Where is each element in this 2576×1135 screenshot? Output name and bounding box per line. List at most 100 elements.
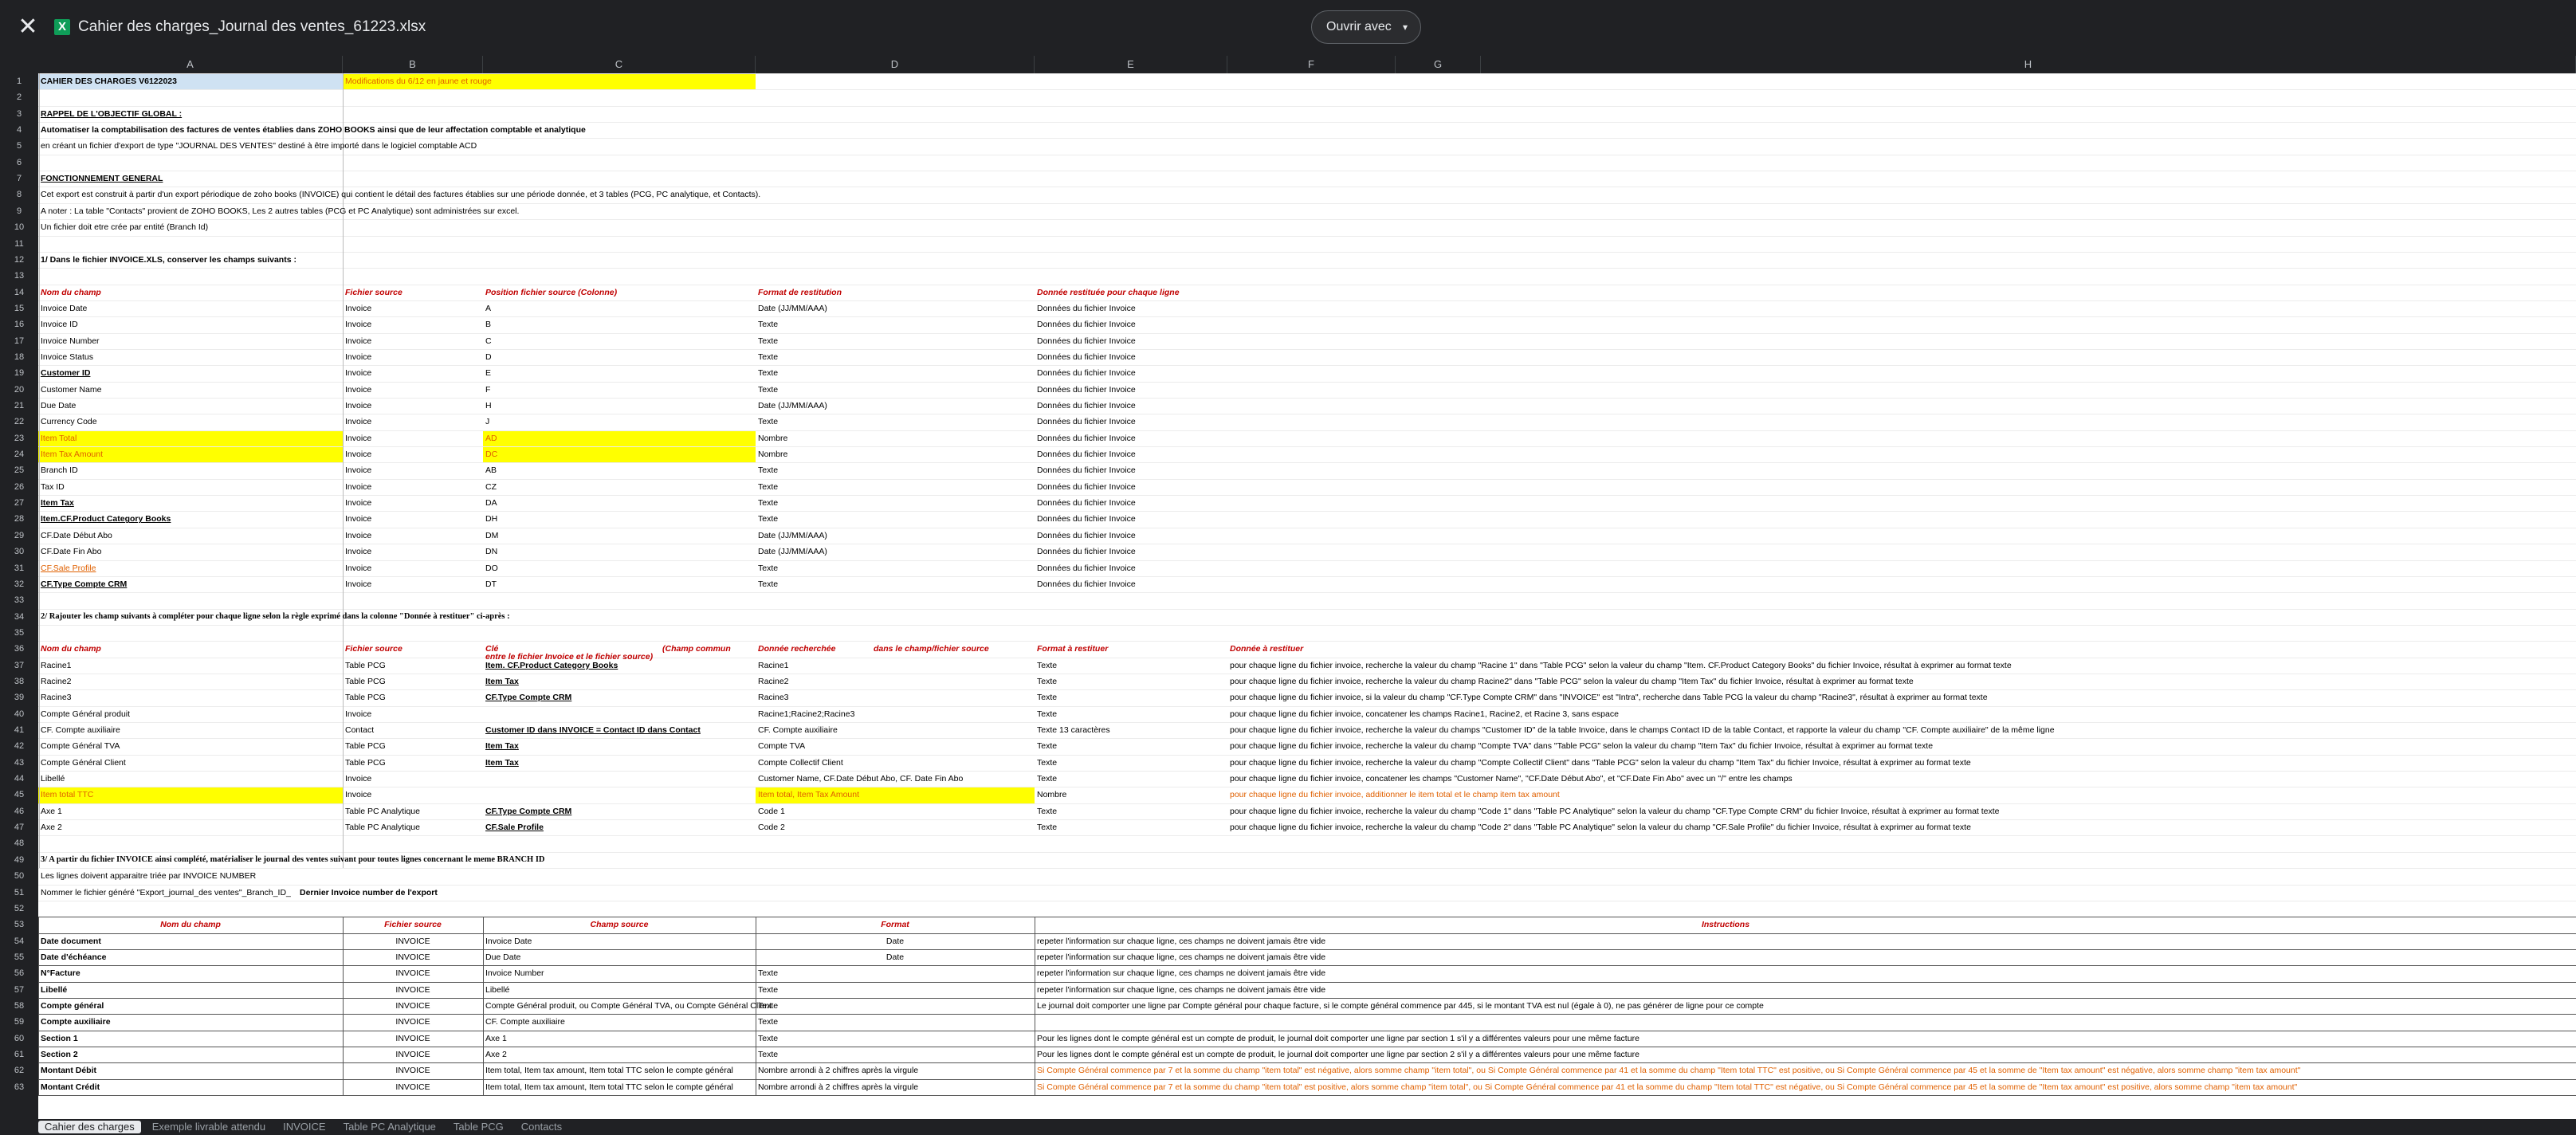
- rule[interactable]: pour chaque ligne du fichier invoice, re…: [1230, 819, 1971, 835]
- row-header[interactable]: 48: [0, 835, 38, 851]
- table-header[interactable]: Nom du champ: [41, 285, 101, 300]
- restitution[interactable]: Données du fichier Invoice: [1037, 398, 1136, 414]
- row-header[interactable]: 29: [0, 528, 38, 544]
- source-file[interactable]: INVOICE: [343, 1079, 483, 1095]
- source-column[interactable]: DM: [485, 528, 498, 544]
- row-header[interactable]: 11: [0, 236, 38, 252]
- row-header[interactable]: 3: [0, 106, 38, 122]
- objective-line[interactable]: Automatiser la comptabilisation des fact…: [41, 122, 586, 138]
- format[interactable]: Date: [756, 949, 1035, 965]
- join-key[interactable]: CF.Sale Profile: [485, 819, 544, 835]
- source-file[interactable]: Invoice: [345, 300, 371, 316]
- row-header[interactable]: 12: [0, 252, 38, 268]
- field-name[interactable]: Racine3: [41, 689, 72, 705]
- modif-note[interactable]: Modifications du 6/12 en jaune et rouge: [345, 73, 492, 89]
- searched-value[interactable]: Racine2: [758, 674, 789, 689]
- field-name[interactable]: Compte Général produit: [41, 706, 130, 722]
- table-header[interactable]: Format à restituer: [1037, 641, 1108, 657]
- format[interactable]: Texte: [1037, 755, 1057, 771]
- source-file[interactable]: INVOICE: [343, 1031, 483, 1047]
- format[interactable]: Date (JJ/MM/AAA): [758, 300, 827, 316]
- table-header[interactable]: (Champ commun: [662, 641, 731, 657]
- rule[interactable]: pour chaque ligne du fichier invoice, re…: [1230, 658, 2012, 674]
- source-column[interactable]: C: [485, 333, 492, 349]
- row-header[interactable]: 1: [0, 73, 38, 89]
- row-header[interactable]: 51: [0, 885, 38, 901]
- row-header[interactable]: 6: [0, 155, 38, 171]
- table-header[interactable]: Position fichier source (Colonne): [485, 285, 617, 300]
- source-file[interactable]: Table PCG: [345, 738, 386, 754]
- source-file[interactable]: Table PCG: [345, 689, 386, 705]
- row-header[interactable]: 55: [0, 949, 38, 965]
- format[interactable]: Texte: [758, 495, 778, 511]
- row-header[interactable]: 15: [0, 300, 38, 316]
- row-header[interactable]: 47: [0, 819, 38, 835]
- source-file[interactable]: Invoice: [345, 365, 371, 381]
- format[interactable]: Texte: [1037, 819, 1057, 835]
- restitution[interactable]: Données du fichier Invoice: [1037, 528, 1136, 544]
- rule[interactable]: pour chaque ligne du fichier invoice, re…: [1230, 738, 1933, 754]
- field-name[interactable]: Compte Général Client: [41, 755, 126, 771]
- row-header[interactable]: 49: [0, 852, 38, 868]
- row-header[interactable]: 42: [0, 738, 38, 754]
- source-file[interactable]: INVOICE: [343, 1062, 483, 1078]
- sheet-tab[interactable]: INVOICE: [277, 1121, 332, 1133]
- format[interactable]: Texte: [758, 462, 778, 478]
- source-field[interactable]: Due Date: [485, 949, 520, 965]
- field-name[interactable]: Item Tax Amount: [41, 446, 103, 462]
- sheet-tab[interactable]: Exemple livrable attendu: [146, 1121, 272, 1133]
- table-header[interactable]: Nom du champ: [38, 917, 343, 933]
- row-header[interactable]: 31: [0, 560, 38, 576]
- format[interactable]: Date (JJ/MM/AAA): [758, 398, 827, 414]
- field-name[interactable]: Racine1: [41, 658, 72, 674]
- source-field[interactable]: Item total, Item tax amount, Item total …: [485, 1079, 733, 1095]
- format[interactable]: Nombre arrondi à 2 chiffres après la vir…: [758, 1062, 918, 1078]
- source-column[interactable]: DH: [485, 511, 497, 527]
- source-file[interactable]: Invoice: [345, 462, 371, 478]
- row-header[interactable]: 17: [0, 333, 38, 349]
- source-file[interactable]: Invoice: [345, 316, 371, 332]
- table-header[interactable]: Donnée recherchée: [758, 641, 835, 657]
- format[interactable]: Texte: [758, 1031, 778, 1047]
- table-header[interactable]: Format de restitution: [758, 285, 842, 300]
- source-file[interactable]: Invoice: [345, 495, 371, 511]
- text-line[interactable]: Les lignes doivent apparaitre triée par …: [41, 868, 256, 884]
- format[interactable]: Texte 13 caractères: [1037, 722, 1110, 738]
- row-header[interactable]: 53: [0, 917, 38, 933]
- source-file[interactable]: Invoice: [345, 787, 371, 803]
- row-header[interactable]: 37: [0, 658, 38, 674]
- source-file[interactable]: INVOICE: [343, 933, 483, 949]
- sheet-tab[interactable]: Contacts: [515, 1121, 568, 1133]
- rule[interactable]: pour chaque ligne du fichier invoice, si…: [1230, 689, 1988, 705]
- row-header[interactable]: 36: [0, 641, 38, 657]
- row-header[interactable]: 18: [0, 349, 38, 365]
- field-name[interactable]: CF.Type Compte CRM: [41, 576, 127, 592]
- column-header-f[interactable]: F: [1227, 56, 1396, 73]
- format[interactable]: Texte: [1037, 738, 1057, 754]
- section-title[interactable]: 3/ A partir du fichier INVOICE ainsi com…: [41, 852, 544, 868]
- column-header-c[interactable]: C: [483, 56, 756, 73]
- field-name[interactable]: Date d'échéance: [41, 949, 106, 965]
- row-header[interactable]: 58: [0, 998, 38, 1014]
- rule[interactable]: pour chaque ligne du fichier invoice, re…: [1230, 755, 1971, 771]
- source-field[interactable]: Compte Général produit, ou Compte Généra…: [485, 998, 772, 1014]
- source-file[interactable]: Invoice: [345, 479, 371, 495]
- rule[interactable]: pour chaque ligne du fichier invoice, re…: [1230, 803, 2000, 819]
- field-name[interactable]: Item Total: [41, 430, 77, 446]
- source-file[interactable]: Table PC Analytique: [345, 819, 420, 835]
- field-name[interactable]: Invoice Number: [41, 333, 100, 349]
- field-name[interactable]: Item Tax: [41, 495, 74, 511]
- row-header[interactable]: 32: [0, 576, 38, 592]
- instructions[interactable]: repeter l'information sur chaque ligne, …: [1037, 965, 1325, 981]
- text-line[interactable]: Cet export est construit à partir d'un e…: [41, 187, 760, 202]
- searched-value[interactable]: Compte TVA: [758, 738, 805, 754]
- field-name[interactable]: Compte auxiliaire: [41, 1014, 111, 1030]
- rule[interactable]: pour chaque ligne du fichier invoice, co…: [1230, 771, 1793, 787]
- field-name[interactable]: Compte général: [41, 998, 104, 1014]
- row-header[interactable]: 9: [0, 203, 38, 219]
- source-column[interactable]: AD: [485, 430, 497, 446]
- source-column[interactable]: DT: [485, 576, 497, 592]
- field-name[interactable]: Axe 1: [41, 803, 62, 819]
- searched-value[interactable]: Customer Name, CF.Date Début Abo, CF. Da…: [758, 771, 963, 787]
- row-header[interactable]: 40: [0, 706, 38, 722]
